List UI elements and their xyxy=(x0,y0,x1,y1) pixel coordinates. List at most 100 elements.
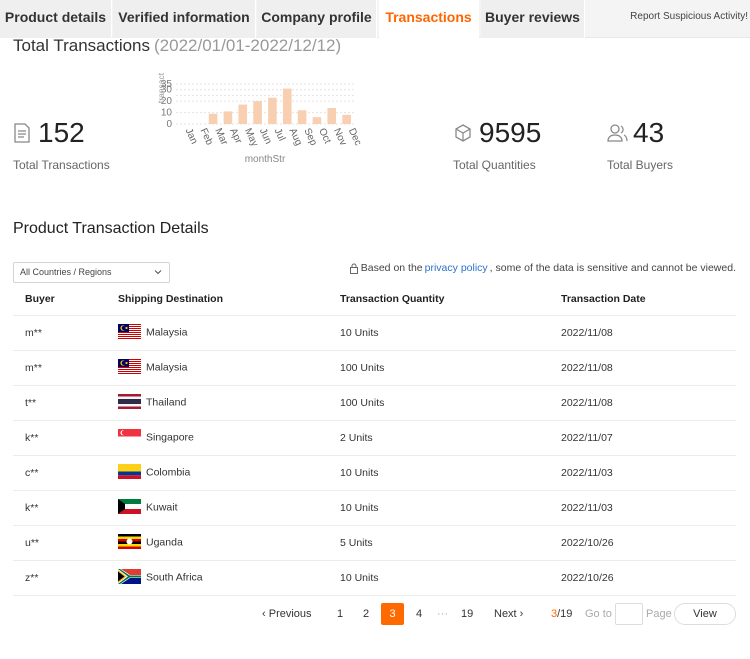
page-19-button[interactable]: 19 xyxy=(461,608,473,620)
table-row: k** Singapore 2 Units 2022/11/07 xyxy=(13,420,736,456)
quantity-cell: 2 Units xyxy=(340,420,561,456)
chart-bar xyxy=(238,104,248,124)
buyer-cell: m** xyxy=(13,350,118,386)
country-name: Singapore xyxy=(146,431,194,444)
chart-bar xyxy=(282,88,292,124)
col-transaction-quantity: Transaction Quantity xyxy=(340,283,561,316)
chart-x-tick-label: Mar xyxy=(212,127,230,148)
table-row: t** Thailand 100 Units 2022/11/08 xyxy=(13,385,736,421)
quantity-cell: 5 Units xyxy=(340,525,561,561)
quantity-cell: 100 Units xyxy=(340,350,561,386)
total-quantities-label: Total Quantities xyxy=(453,158,536,172)
total-transactions-value: 152 xyxy=(38,117,85,148)
country-filter-select[interactable]: All Countries / Regions xyxy=(13,262,170,283)
destination-cell: Kuwait xyxy=(118,490,340,526)
flag-my-icon xyxy=(118,359,141,374)
chevron-left-icon: ‹ xyxy=(262,608,269,620)
chart-bar xyxy=(297,110,307,124)
country-name: Kuwait xyxy=(146,501,178,514)
flag-sg-icon xyxy=(118,429,141,444)
chart-x-tick-label: Jan xyxy=(183,127,200,146)
goto-label: Go to xyxy=(585,608,612,620)
report-suspicious-link[interactable]: Report Suspicious Activity! xyxy=(630,0,748,34)
country-filter-value: All Countries / Regions xyxy=(20,267,112,277)
total-transactions-title: Total Transactions (2022/01/01-2022/12/12… xyxy=(13,36,341,56)
quantity-cell: 10 Units xyxy=(340,560,561,596)
table-row: m** Malaysia 10 Units 2022/11/08 xyxy=(13,315,736,351)
lock-icon xyxy=(349,263,358,274)
goto-page-input[interactable] xyxy=(615,603,643,625)
pagination-ellipsis: ··· xyxy=(437,608,448,620)
page-indicator: 3/19 xyxy=(551,608,572,620)
country-name: Colombia xyxy=(146,466,191,479)
page-2-button[interactable]: 2 xyxy=(363,608,369,620)
chart-x-tick-label: Nov xyxy=(331,127,348,148)
destination-cell: Uganda xyxy=(118,525,340,561)
chart-y-tick-label: 0 xyxy=(166,119,172,130)
chart-x-tick-label: Aug xyxy=(287,127,304,148)
destination-cell: South Africa xyxy=(118,560,340,596)
transaction-table: Buyer Shipping Destination Transaction Q… xyxy=(13,283,736,596)
chevron-right-icon: › xyxy=(516,608,524,620)
page-label: Page xyxy=(646,608,672,620)
page-1-button[interactable]: 1 xyxy=(337,608,343,620)
buyer-cell: t** xyxy=(13,385,118,421)
buyer-cell: k** xyxy=(13,490,118,526)
chart-x-tick-label: Apr xyxy=(227,127,244,146)
col-shipping-destination: Shipping Destination xyxy=(118,283,340,316)
total-transactions-label: Total Transactions xyxy=(13,158,110,172)
summary-title: Total Transactions xyxy=(13,36,151,55)
date-cell: 2022/10/26 xyxy=(561,560,736,596)
chevron-down-icon xyxy=(154,270,162,275)
table-header-row: Buyer Shipping Destination Transaction Q… xyxy=(13,283,736,316)
buyer-cell: k** xyxy=(13,420,118,456)
total-buyers-label: Total Buyers xyxy=(607,158,674,172)
flag-ug-icon xyxy=(118,534,141,549)
page-3-button[interactable]: 3 xyxy=(381,603,404,625)
flag-co-icon xyxy=(118,464,141,479)
previous-page-button[interactable]: ‹ Previous xyxy=(262,608,312,620)
document-icon xyxy=(14,123,30,143)
quantity-cell: 10 Units xyxy=(340,490,561,526)
privacy-prefix: Based on the xyxy=(360,262,423,274)
chart-bar xyxy=(208,113,218,124)
tab-transactions[interactable]: Transactions xyxy=(379,0,479,39)
quantity-cell: 100 Units xyxy=(340,385,561,421)
col-buyer: Buyer xyxy=(13,283,118,316)
buyer-cell: m** xyxy=(13,315,118,351)
privacy-policy-link[interactable]: privacy policy xyxy=(425,262,488,274)
date-cell: 2022/10/26 xyxy=(561,525,736,561)
chart-x-axis-label: monthStr xyxy=(245,154,286,165)
chart-bar xyxy=(327,108,337,124)
destination-cell: Colombia xyxy=(118,455,340,491)
buyer-cell: u** xyxy=(13,525,118,561)
destination-cell: Singapore xyxy=(118,420,340,456)
next-page-button[interactable]: Next › xyxy=(494,608,523,620)
date-range: (2022/01/01-2022/12/12) xyxy=(154,36,342,55)
transactions-bar-chart: 010203035transactJanFebMarAprMayJunJul Au… xyxy=(156,72,363,165)
tab-company-profile[interactable]: Company profile xyxy=(257,0,377,38)
chart-bar xyxy=(253,101,262,124)
buyer-cell: c** xyxy=(13,455,118,491)
destination-cell: Malaysia xyxy=(118,315,340,351)
tab-bar: Product details Verified information Com… xyxy=(0,0,750,39)
chart-bar xyxy=(342,114,351,124)
destination-cell: Thailand xyxy=(118,385,340,421)
country-name: Thailand xyxy=(146,396,187,409)
privacy-notice: Based on the privacy policy, some of the… xyxy=(349,262,736,274)
box-icon xyxy=(455,124,471,142)
total-quantities-value: 9595 xyxy=(479,117,542,148)
chart-x-tick-label: Sep xyxy=(301,127,319,148)
date-cell: 2022/11/03 xyxy=(561,455,736,491)
total-buyers-value: 43 xyxy=(633,117,665,148)
tab-product-details[interactable]: Product details xyxy=(0,0,112,38)
flag-za-icon xyxy=(118,569,141,584)
page-4-button[interactable]: 4 xyxy=(416,608,422,620)
view-page-button[interactable]: View xyxy=(674,603,736,625)
previous-label: Previous xyxy=(268,608,312,620)
tab-buyer-reviews[interactable]: Buyer reviews xyxy=(481,0,585,38)
tab-verified-information[interactable]: Verified information xyxy=(113,0,256,38)
total-pages-indicator: /19 xyxy=(557,608,573,620)
country-name: Malaysia xyxy=(146,326,188,339)
country-name: Uganda xyxy=(146,536,183,549)
